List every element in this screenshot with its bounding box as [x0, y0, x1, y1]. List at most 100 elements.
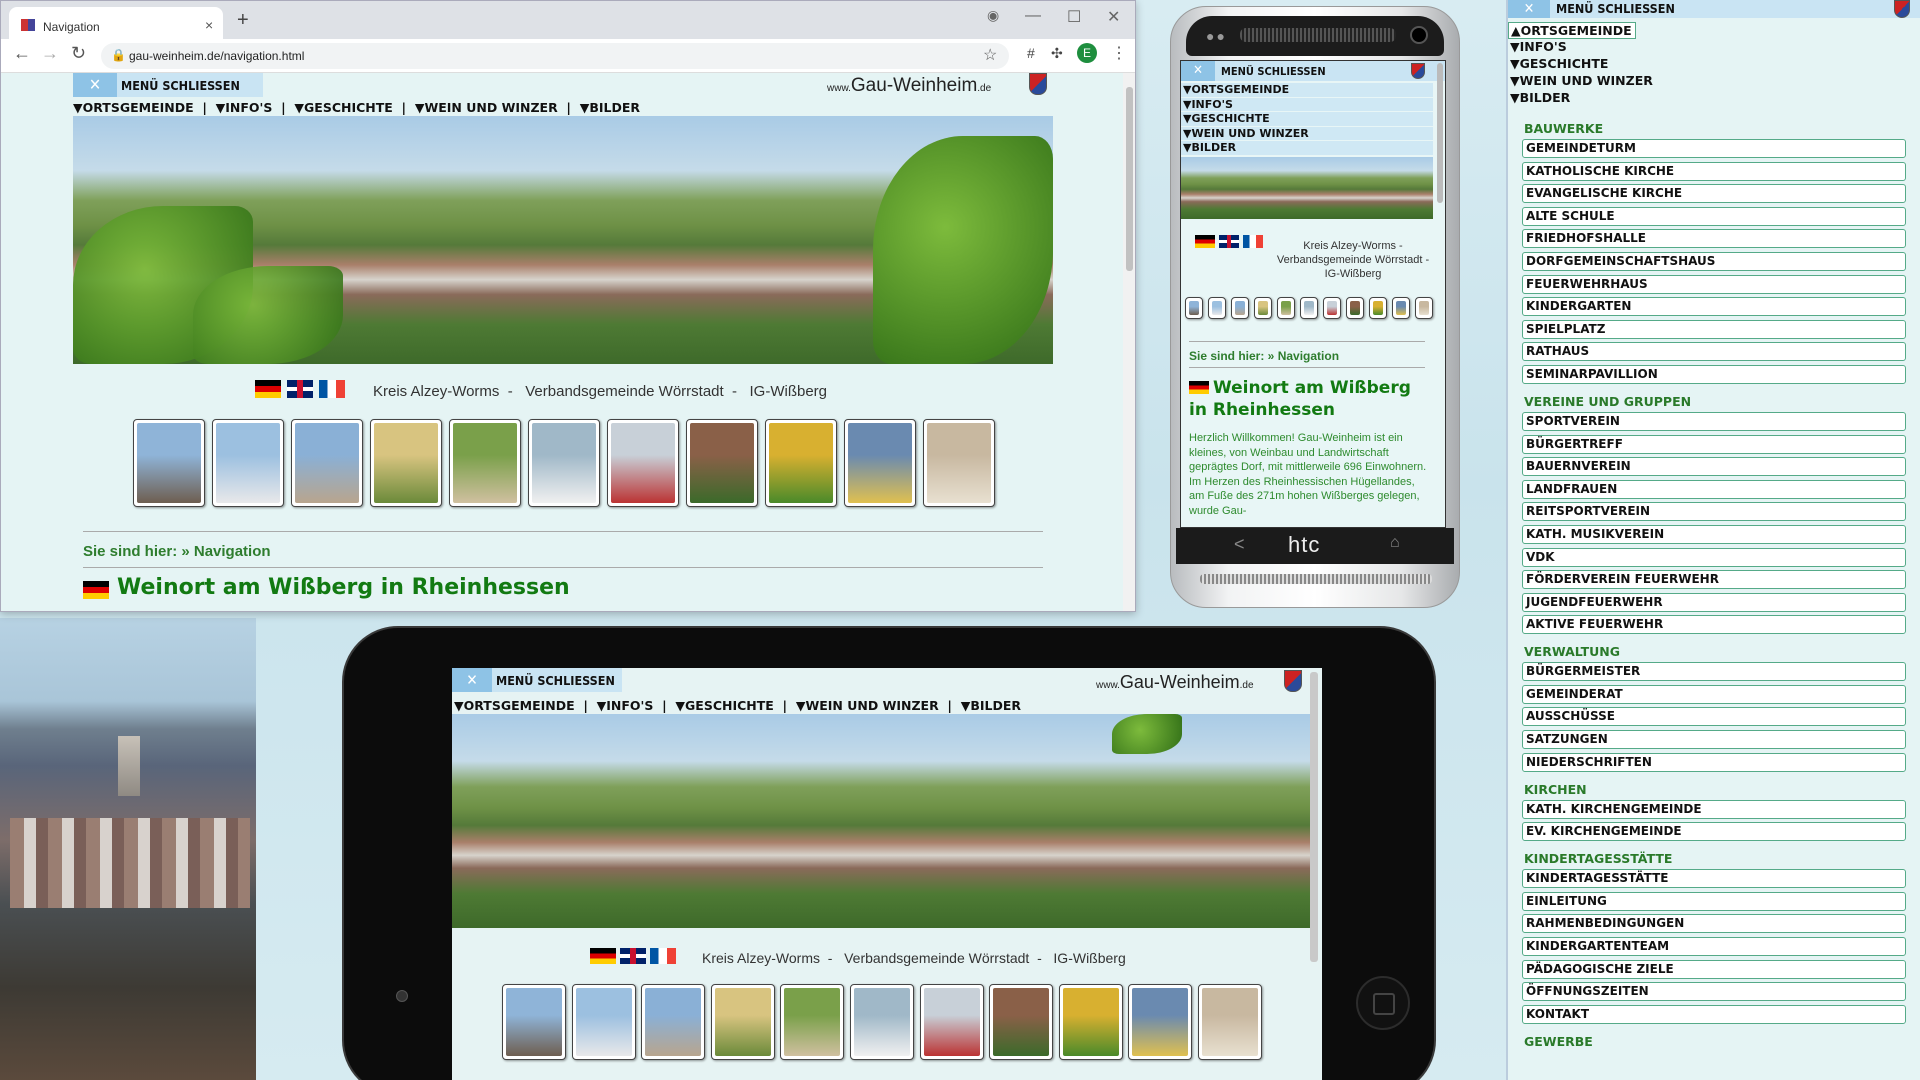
close-window-button[interactable]: ✕: [1107, 7, 1120, 27]
thumbnail-pavilion[interactable]: [1415, 297, 1433, 319]
media-control-icon[interactable]: ◉: [987, 7, 999, 24]
menu-item[interactable]: BAUERNVEREIN: [1522, 457, 1906, 477]
tablet-scrollbar[interactable]: [1310, 672, 1318, 962]
thumbnail-fire-station[interactable]: [1323, 297, 1341, 319]
thumbnail-tower[interactable]: [1185, 297, 1203, 319]
thumbnail-kindergarten[interactable]: [686, 419, 758, 507]
flag-france-icon[interactable]: [650, 948, 676, 964]
flag-france-icon[interactable]: [319, 380, 345, 398]
thumbnail-town-hall[interactable]: [1128, 984, 1193, 1060]
thumbnail-playground[interactable]: [765, 419, 837, 507]
thumbnail-community-house[interactable]: [1300, 297, 1318, 319]
back-arrow-icon[interactable]: ←: [13, 43, 31, 64]
nav-bilder[interactable]: ▼BILDER: [580, 100, 640, 115]
new-tab-button[interactable]: +: [237, 9, 249, 32]
thumbnail-playground[interactable]: [1058, 984, 1123, 1060]
phone-nav-item[interactable]: ▼INFO'S: [1181, 97, 1433, 113]
panel-nav-item[interactable]: ▼INFO'S: [1508, 39, 1920, 56]
thumbnail-old-school[interactable]: [370, 419, 442, 507]
menu-item[interactable]: KINDERTAGESSTÄTTE: [1522, 869, 1906, 889]
thumbnail-pavilion[interactable]: [1198, 984, 1262, 1060]
phone-nav-item[interactable]: ▼WEIN UND WINZER: [1181, 126, 1433, 142]
thumbnail-playground[interactable]: [1369, 297, 1387, 319]
menu-item[interactable]: ALTE SCHULE: [1522, 206, 1906, 226]
back-key-icon[interactable]: <: [1234, 534, 1245, 555]
menu-item[interactable]: FEUERWEHRHAUS: [1522, 274, 1906, 294]
menu-item[interactable]: EVANGELISCHE KIRCHE: [1522, 184, 1906, 204]
close-menu-icon[interactable]: ✕: [452, 668, 492, 692]
menu-item[interactable]: EINLEITUNG: [1522, 891, 1906, 911]
panel-nav-item[interactable]: ▼BILDER: [1508, 90, 1920, 107]
menu-item[interactable]: ÖFFNUNGSZEITEN: [1522, 982, 1906, 1002]
thumbnail-old-school[interactable]: [710, 984, 775, 1060]
phone-scrollbar[interactable]: [1437, 63, 1443, 203]
menu-item[interactable]: FRIEDHOFSHALLE: [1522, 229, 1906, 249]
flag-uk-icon[interactable]: [287, 380, 313, 398]
nav-ortsgemeinde[interactable]: ▼ORTSGEMEINDE: [73, 100, 194, 115]
thumbnail-tower[interactable]: [133, 419, 205, 507]
menu-item[interactable]: KATHOLISCHE KIRCHE: [1522, 161, 1906, 181]
menu-item[interactable]: SATZUNGEN: [1522, 730, 1906, 750]
thumbnail-fire-station[interactable]: [919, 984, 984, 1060]
browser-menu-icon[interactable]: ⋮: [1111, 43, 1127, 63]
scrollbar-thumb[interactable]: [1126, 87, 1133, 271]
panel-nav-item[interactable]: ▲ORTSGEMEINDE: [1508, 22, 1636, 39]
menu-item[interactable]: AKTIVE FEUERWEHR: [1522, 615, 1906, 635]
nav-geschichte[interactable]: ▼GESCHICHTE: [294, 100, 392, 115]
reload-icon[interactable]: ↻: [71, 43, 86, 64]
menu-item[interactable]: KINDERGARTEN: [1522, 297, 1906, 317]
menu-item[interactable]: SPIELPLATZ: [1522, 319, 1906, 339]
thumbnail-cemetery-hall[interactable]: [1277, 297, 1295, 319]
thumbnail-community-house[interactable]: [850, 984, 914, 1060]
site-logo[interactable]: www.Gau-Weinheim.de: [827, 75, 1027, 99]
menu-item[interactable]: FÖRDERVEREIN FEUERWEHR: [1522, 570, 1906, 590]
menu-item[interactable]: SEMINARPAVILLION: [1522, 364, 1906, 384]
thumbnail-church-evangelic[interactable]: [1231, 297, 1249, 319]
thumbnail-church-catholic[interactable]: [212, 419, 284, 507]
menu-item[interactable]: RATHAUS: [1522, 342, 1906, 362]
menu-item[interactable]: DORFGEMEINSCHAFTSHAUS: [1522, 251, 1906, 271]
thumbnail-church-evangelic[interactable]: [641, 984, 706, 1060]
close-menu-icon[interactable]: ✕: [73, 73, 117, 97]
phone-menu-close-bar[interactable]: ✕ MENÜ SCHLIESSEN: [1181, 61, 1445, 81]
menu-item[interactable]: GEMEINDERAT: [1522, 684, 1906, 704]
thumbnail-church-evangelic[interactable]: [291, 419, 363, 507]
phone-nav-item[interactable]: ▼BILDER: [1181, 141, 1433, 156]
menu-item[interactable]: KINDERGARTENTEAM: [1522, 937, 1906, 957]
menu-item[interactable]: VDK: [1522, 547, 1906, 567]
menu-close-bar[interactable]: ✕ MENÜ SCHLIESSEN: [73, 73, 263, 97]
tablet-menu-close-bar[interactable]: ✕ MENÜ SCHLIESSEN: [452, 668, 622, 692]
browser-tab[interactable]: Navigation ×: [9, 7, 223, 39]
home-key-icon[interactable]: ⌂: [1390, 534, 1400, 552]
hashtag-extension-icon[interactable]: #: [1027, 45, 1035, 61]
menu-item[interactable]: JUGENDFEUERWEHR: [1522, 592, 1906, 612]
thumbnail-community-house[interactable]: [528, 419, 600, 507]
phone-nav-item[interactable]: ▼GESCHICHTE: [1181, 112, 1433, 127]
flag-german-icon[interactable]: [255, 380, 281, 398]
menu-item[interactable]: EV. KIRCHENGEMEINDE: [1522, 822, 1906, 842]
menu-item[interactable]: AUSSCHÜSSE: [1522, 707, 1906, 727]
menu-item[interactable]: SPORTVEREIN: [1522, 411, 1906, 431]
menu-item[interactable]: NIEDERSCHRIFTEN: [1522, 752, 1906, 772]
thumbnail-town-hall[interactable]: [1392, 297, 1410, 319]
thumbnail-old-school[interactable]: [1254, 297, 1272, 319]
profile-avatar[interactable]: E: [1077, 43, 1097, 63]
menu-item[interactable]: RAHMENBEDINGUNGEN: [1522, 914, 1906, 934]
menu-item[interactable]: KATH. KIRCHENGEMEINDE: [1522, 799, 1906, 819]
panel-nav-item[interactable]: ▼GESCHICHTE: [1508, 56, 1920, 73]
site-logo[interactable]: www.Gau-Weinheim.de: [1096, 672, 1296, 693]
address-bar[interactable]: 🔒 gau-weinheim.de/navigation.html: [101, 43, 1009, 69]
menu-item[interactable]: PÄDAGOGISCHE ZIELE: [1522, 959, 1906, 979]
panel-nav-item[interactable]: ▼WEIN UND WINZER: [1508, 73, 1920, 90]
thumbnail-fire-station[interactable]: [607, 419, 679, 507]
extensions-puzzle-icon[interactable]: ✣: [1051, 45, 1063, 62]
phone-nav-item[interactable]: ▼ORTSGEMEINDE: [1181, 83, 1433, 98]
flag-german-icon[interactable]: [590, 948, 616, 964]
menu-item[interactable]: KATH. MUSIKVEREIN: [1522, 524, 1906, 544]
nav-wein-und-winzer[interactable]: ▼WEIN UND WINZER: [796, 698, 939, 713]
thumbnail-tower[interactable]: [502, 984, 566, 1060]
close-menu-icon[interactable]: ✕: [1181, 61, 1215, 81]
thumbnail-cemetery-hall[interactable]: [449, 419, 521, 507]
nav-infos[interactable]: ▼INFO'S: [216, 100, 273, 115]
menu-item[interactable]: LANDFRAUEN: [1522, 479, 1906, 499]
